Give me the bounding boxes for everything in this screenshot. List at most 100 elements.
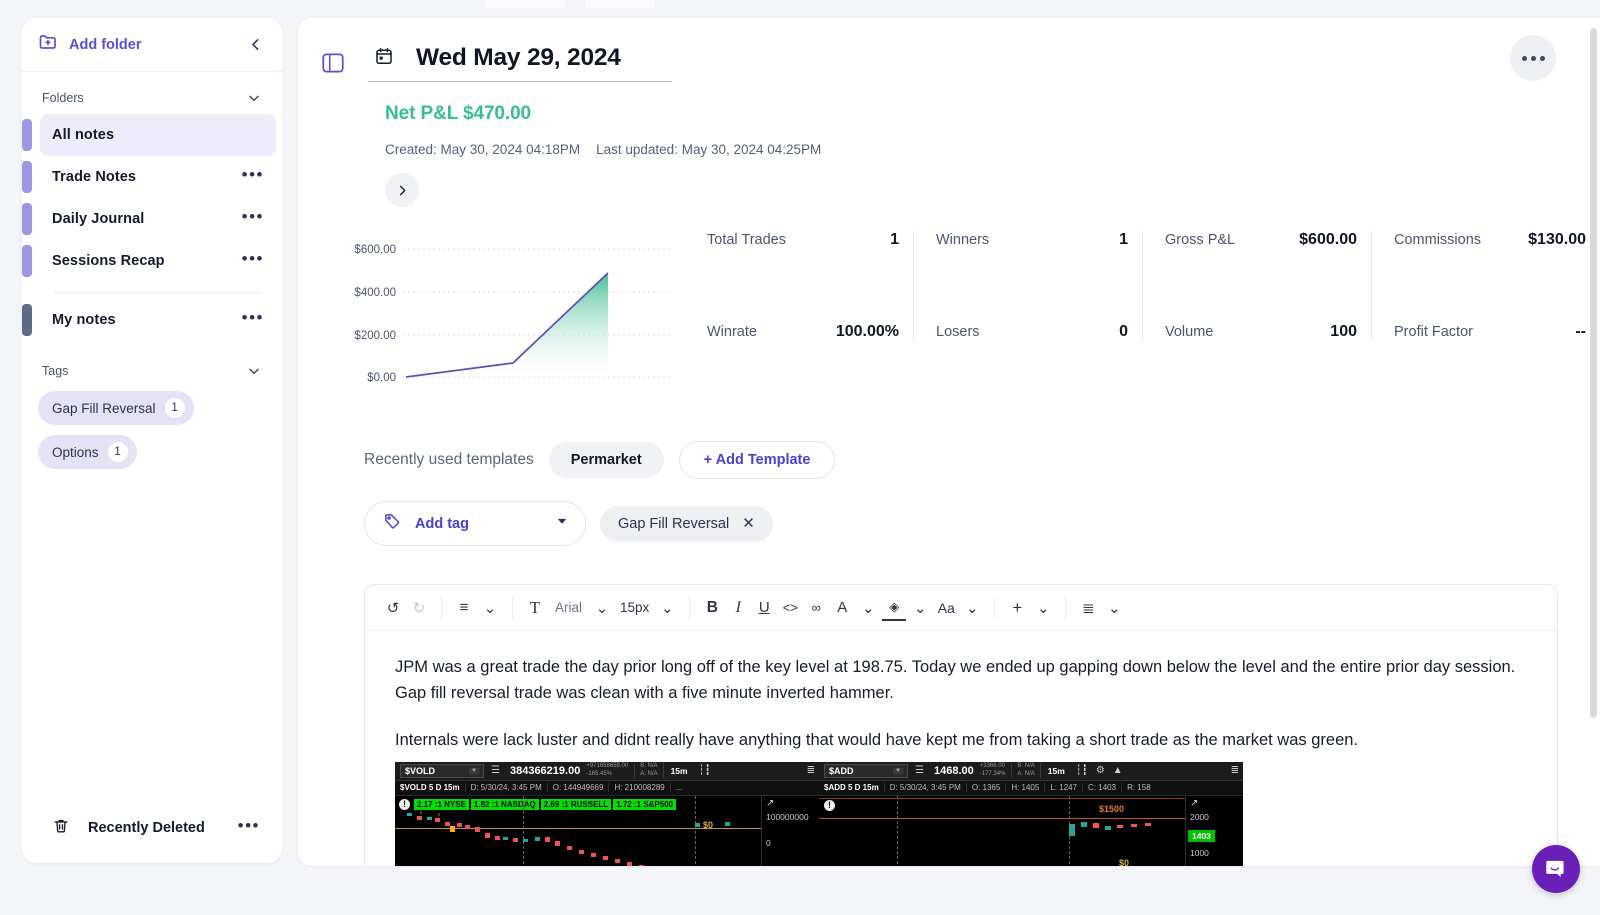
add-template-button[interactable]: + Add Template: [678, 441, 836, 479]
folder-menu-icon[interactable]: •••: [242, 250, 264, 269]
chevron-down-icon[interactable]: ⌄: [590, 595, 614, 621]
sidebar-item-all-notes[interactable]: All notes: [22, 114, 276, 156]
note-tag-chip[interactable]: Gap Fill Reversal ✕: [600, 505, 773, 542]
scale-value-top: 2000: [1190, 811, 1209, 822]
undo-icon[interactable]: ↺: [381, 595, 405, 621]
close-icon[interactable]: ✕: [742, 516, 755, 531]
timeframe-button[interactable]: 15m: [1041, 766, 1072, 776]
add-folder-button[interactable]: Add folder: [38, 32, 142, 57]
stat-value: 1: [1119, 231, 1128, 248]
sidebar-item-daily-journal[interactable]: Daily Journal •••: [22, 198, 276, 240]
candle-style-icon[interactable]: ┆┇: [1072, 765, 1092, 776]
compare-icon[interactable]: ☰: [487, 765, 504, 776]
folder-color-bar: [22, 245, 32, 277]
drawing-icon[interactable]: ▲: [1109, 765, 1127, 776]
link-icon[interactable]: ∞: [804, 595, 828, 621]
indicator-icon[interactable]: ⚙: [1092, 765, 1109, 776]
sidebar-tag-options[interactable]: Options 1: [38, 435, 137, 469]
sidebar-item-my-notes[interactable]: My notes •••: [22, 299, 276, 341]
info-cell: R: 158: [1121, 783, 1156, 793]
expand-stats-button[interactable]: [385, 173, 419, 207]
add-tag-dropdown[interactable]: Add tag: [364, 501, 586, 546]
note-paragraph: Internals were lack luster and didnt rea…: [395, 731, 1359, 750]
add-folder-icon: [38, 32, 58, 57]
date-field[interactable]: Wed May 29, 2024: [368, 44, 672, 82]
timeframe-button[interactable]: 15m: [664, 766, 695, 776]
sidebar-item-trade-notes[interactable]: Trade Notes •••: [22, 156, 276, 198]
template-permarket-button[interactable]: Permarket: [548, 442, 664, 478]
info-cell: H: 210008289: [608, 783, 669, 793]
chevron-down-icon[interactable]: ⌄: [908, 595, 932, 621]
chevron-left-icon[interactable]: [247, 36, 264, 53]
compare-icon[interactable]: ☰: [911, 765, 928, 776]
case-button[interactable]: Aa: [934, 595, 958, 621]
menu-icon[interactable]: ≣: [1231, 765, 1239, 776]
chevron-down-icon[interactable]: [246, 90, 262, 106]
stat-value: 0: [1119, 323, 1128, 340]
more-options-button[interactable]: [1510, 35, 1556, 81]
folder-menu-icon[interactable]: •••: [242, 166, 264, 185]
code-button[interactable]: <>: [778, 595, 802, 621]
chevron-down-icon[interactable]: ▼: [893, 767, 903, 774]
folder-menu-icon[interactable]: •••: [242, 309, 264, 328]
tv-price-scale[interactable]: ↗ 100000000 0 -100000000: [761, 795, 819, 866]
text-color-button[interactable]: A: [830, 595, 854, 621]
tv-info-bar: $ADD 5 D 15m D: 5/30/24, 3:45 PM O: 1365…: [819, 780, 1243, 796]
embedded-chart-add[interactable]: $ADD ▼ ☰ 1468.00 +3366.00 -177.34% B: N/…: [819, 761, 1243, 866]
bold-button[interactable]: B: [700, 595, 724, 621]
symbol-field[interactable]: $ADD ▼: [824, 763, 908, 778]
scale-mode-icon[interactable]: ↗: [766, 798, 819, 809]
dot: [1521, 55, 1527, 61]
note-editor: ↺ ↻ ≡ ⌄ T Arial ⌄ 15px ⌄ B I U <> ∞ A ⌄ …: [364, 584, 1558, 866]
ghost-tab: [485, 0, 565, 8]
chevron-down-icon[interactable]: ⌄: [856, 595, 880, 621]
price-label: $0: [703, 819, 714, 830]
folder-menu-icon[interactable]: •••: [242, 208, 264, 227]
redo-icon[interactable]: ↻: [407, 595, 431, 621]
page-scrollbar[interactable]: [1590, 28, 1597, 718]
sidebar-panel-icon[interactable]: [320, 50, 346, 76]
highlight-button[interactable]: ◈: [882, 595, 907, 621]
chevron-down-icon[interactable]: ⌄: [1031, 595, 1055, 621]
candle-style-icon[interactable]: ┆┇: [695, 765, 715, 776]
stat-label: Winners: [936, 232, 990, 248]
text-style-icon[interactable]: T: [523, 595, 547, 621]
tv-price-scale[interactable]: ↗ 2000 1403 1000: [1185, 795, 1243, 866]
align-icon[interactable]: ≡: [452, 595, 476, 621]
toolbar-group-insert: + ⌄: [995, 594, 1067, 621]
chevron-down-icon[interactable]: [246, 363, 262, 379]
chevron-down-icon[interactable]: ⌄: [655, 595, 679, 621]
chevron-down-icon[interactable]: ⌄: [478, 595, 502, 621]
info-cell: L: 1247: [1044, 783, 1082, 793]
underline-button[interactable]: U: [752, 595, 776, 621]
ghost-tabs: [0, 0, 1600, 14]
chevron-down-icon[interactable]: ⌄: [1102, 595, 1126, 621]
folders-section-header[interactable]: Folders: [22, 72, 282, 114]
chevron-down-icon[interactable]: ▼: [469, 767, 479, 774]
menu-icon[interactable]: ≣: [807, 765, 815, 776]
chevron-down-icon[interactable]: [555, 514, 569, 533]
scale-mode-icon[interactable]: ↗: [1190, 798, 1243, 809]
note-content[interactable]: JPM was a great trade the day prior long…: [365, 631, 1557, 866]
italic-button[interactable]: I: [726, 595, 750, 621]
insert-button[interactable]: +: [1005, 595, 1029, 621]
tag-count: 1: [107, 442, 128, 462]
recently-deleted-menu-icon[interactable]: •••: [238, 817, 260, 836]
last-price: 1468.00: [933, 764, 974, 777]
embedded-chart-vold[interactable]: $VOLD ▼ ☰ 384366219.00 +971658659.00 -16…: [395, 761, 819, 866]
trash-icon: [52, 817, 70, 840]
tag-label: Options: [52, 444, 99, 460]
sidebar-item-recently-deleted[interactable]: Recently Deleted •••: [22, 811, 282, 845]
tags-section-header[interactable]: Tags: [22, 341, 282, 387]
sidebar-tag-gap-fill-reversal[interactable]: Gap Fill Reversal 1: [38, 391, 194, 425]
info-cell: ...: [669, 783, 688, 793]
chevron-down-icon[interactable]: ⌄: [960, 595, 984, 621]
ask: A: N/A: [640, 770, 658, 777]
sidebar-item-sessions-recap[interactable]: Sessions Recap •••: [22, 240, 276, 282]
symbol-field[interactable]: $VOLD ▼: [400, 763, 484, 778]
chat-bubble-button[interactable]: [1532, 845, 1580, 893]
list-icon[interactable]: ≣: [1076, 595, 1100, 621]
bid-ask: B: N/A A: N/A: [1012, 763, 1041, 779]
font-size-select[interactable]: 15px: [616, 600, 653, 615]
font-family-select[interactable]: Arial: [549, 600, 588, 615]
